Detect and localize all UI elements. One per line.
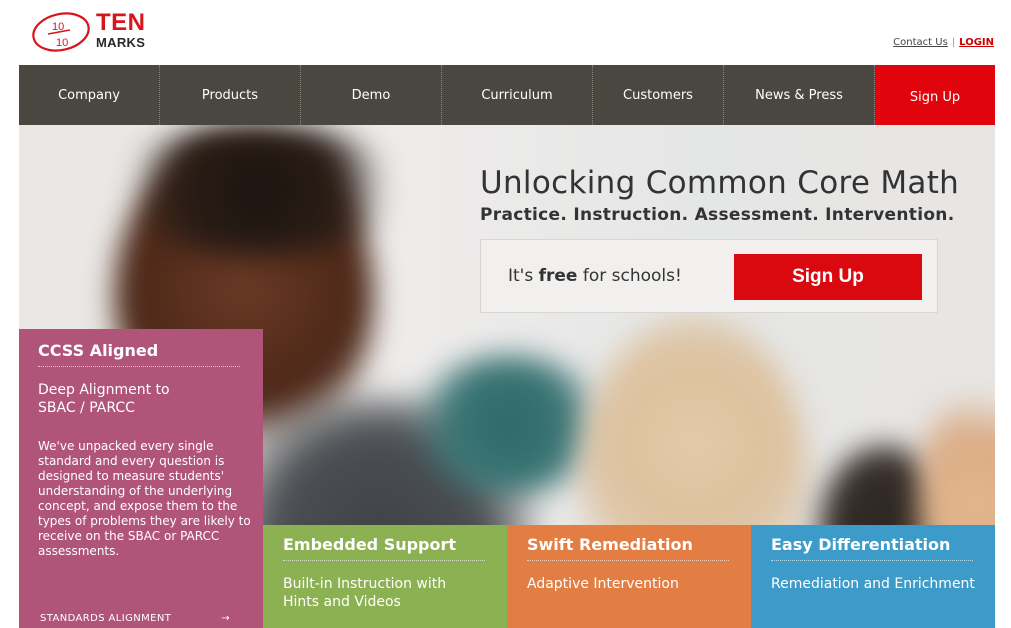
swift-panel-title: Swift Remediation: [527, 535, 729, 561]
hero-subline: Practice. Instruction. Assessment. Inter…: [480, 205, 955, 225]
cta-suffix: for schools!: [577, 266, 682, 286]
nav-signup-button[interactable]: Sign Up: [875, 65, 995, 125]
easy-differentiation-panel[interactable]: Easy Differentiation Remediation and Enr…: [751, 525, 995, 628]
ccss-panel-body: We've unpacked every single standard and…: [38, 439, 251, 558]
contact-us-link[interactable]: Contact Us: [893, 37, 948, 48]
logo-oval-icon: 10 10: [32, 12, 90, 52]
logo-text-ten: TEN: [96, 9, 146, 36]
nav-item-news-press[interactable]: News & Press: [724, 65, 875, 125]
logo-text-marks: MARKS: [96, 35, 146, 50]
cta-free-text: free: [538, 266, 578, 286]
login-link[interactable]: LOGIN: [959, 37, 994, 48]
arrow-right-icon: →: [221, 613, 230, 624]
nav-item-company[interactable]: Company: [19, 65, 160, 125]
cta-text: It's free for schools!: [508, 266, 682, 286]
nav-item-products[interactable]: Products: [160, 65, 301, 125]
ccss-aligned-panel: CCSS Aligned Deep Alignment to SBAC / PA…: [19, 329, 263, 628]
standards-alignment-label: STANDARDS ALIGNMENT: [40, 613, 172, 624]
logo-fraction-bottom: 10: [56, 37, 68, 49]
top-links-separator: |: [951, 37, 956, 48]
ccss-panel-title: CCSS Aligned: [38, 341, 240, 367]
tenmarks-logo[interactable]: 10 10 TEN MARKS: [30, 8, 160, 56]
embedded-panel-title: Embedded Support: [283, 535, 485, 561]
nav-item-customers[interactable]: Customers: [593, 65, 724, 125]
standards-alignment-link[interactable]: STANDARDS ALIGNMENT →: [40, 613, 230, 624]
embedded-panel-subtitle: Built-in Instruction with Hints and Vide…: [283, 576, 447, 610]
embedded-support-panel[interactable]: Embedded Support Built-in Instruction wi…: [263, 525, 507, 628]
swift-panel-subtitle: Adaptive Intervention: [527, 576, 679, 592]
nav-item-curriculum[interactable]: Curriculum: [442, 65, 593, 125]
cta-prefix: It's: [508, 266, 539, 286]
nav-item-demo[interactable]: Demo: [301, 65, 442, 125]
ccss-panel-subtitle: Deep Alignment to SBAC / PARCC: [38, 382, 170, 416]
easy-panel-subtitle: Remediation and Enrichment: [771, 576, 975, 592]
top-links: Contact Us | LOGIN: [893, 37, 994, 48]
hero-signup-button[interactable]: Sign Up: [734, 254, 922, 300]
easy-panel-title: Easy Differentiation: [771, 535, 973, 561]
hero-photo-hair: [114, 125, 404, 255]
main-nav: Company Products Demo Curriculum Custome…: [19, 65, 995, 125]
cta-box: It's free for schools! Sign Up: [480, 239, 938, 313]
hero-headline: Unlocking Common Core Math: [480, 165, 960, 201]
swift-remediation-panel[interactable]: Swift Remediation Adaptive Intervention: [507, 525, 751, 628]
